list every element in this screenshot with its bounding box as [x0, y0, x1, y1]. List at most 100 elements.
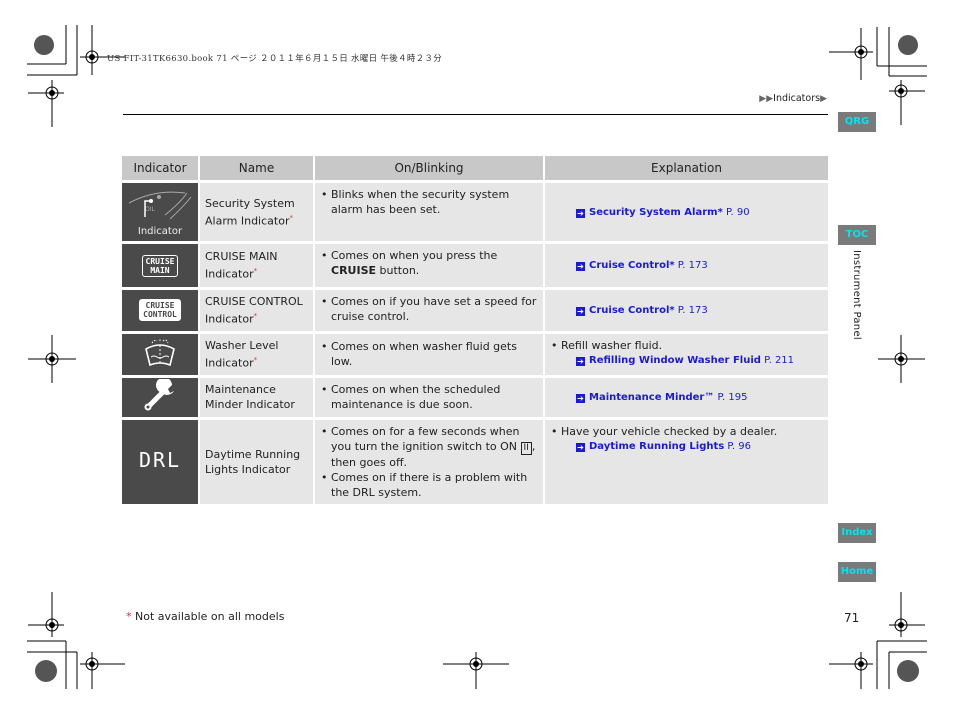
link-arrow-icon: ➔ [576, 393, 585, 403]
text: Comes on for a few seconds when you turn… [331, 424, 521, 453]
icon-text: MAIN [150, 265, 170, 275]
indicator-cell: CRUISE MAIN [122, 241, 200, 287]
breadcrumb-link[interactable]: Indicators [773, 93, 820, 104]
explanation-cell: ➔ Maintenance Minder™ P. 195 [545, 374, 828, 417]
table-row: DRL Daytime Running Lights Indicator Com… [122, 416, 828, 504]
indicator-cell: DRL [122, 416, 200, 504]
reference-link[interactable]: ➔ Cruise Control* P. 173 [550, 303, 823, 318]
indicator-name: Maintenance Minder Indicator [205, 383, 295, 412]
washer-level-icon [145, 338, 175, 367]
on-blinking-cell: Comes on when you press the CRUISE butto… [315, 241, 545, 287]
reference-star: * [669, 260, 675, 271]
qrg-button[interactable]: QRG [838, 112, 876, 132]
reference-star: * [717, 206, 723, 218]
on-blinking-text: Comes on when you press the CRUISE butto… [321, 248, 538, 278]
reference-link[interactable]: ➔ Refilling Window Washer Fluid P. 211 [550, 353, 823, 368]
on-blinking-text: Comes on for a few seconds when you turn… [321, 424, 538, 470]
name-cell: Security System Alarm Indicator* [200, 180, 315, 241]
reference-link[interactable]: ➔ Daytime Running Lights P. 96 [550, 439, 823, 454]
indicator-cell: OIL Indicator [122, 180, 200, 241]
table-row: OIL Indicator Security System Alarm Indi… [122, 180, 828, 241]
reference-title: Cruise Control [589, 304, 670, 316]
explanation-cell: ➔ Security System Alarm* P. 90 [545, 180, 828, 241]
link-arrow-icon: ➔ [576, 442, 585, 452]
reference-title: Maintenance Minder™ [589, 391, 715, 403]
reference-page: P. 173 [677, 304, 708, 316]
indicator-name: Washer Level Indicator [205, 338, 279, 370]
svg-text:OIL: OIL [145, 206, 155, 213]
name-cell: Washer Level Indicator* [200, 330, 315, 375]
cruise-control-icon: CRUISE CONTROL [139, 299, 181, 322]
required-star: * [253, 355, 258, 364]
indicator-name: Daytime Running Lights Indicator [205, 447, 301, 476]
table-row: CRUISEMAIN CRUISE MAIN Indicator* Comes … [122, 241, 828, 287]
explanation-cell: Refill washer fluid. ➔ Refilling Window W… [545, 330, 828, 375]
toc-button[interactable]: TOC [838, 225, 876, 245]
icon-text: CRUISE [145, 301, 175, 311]
reference-title: Cruise Control [589, 260, 670, 271]
indicators-table: Indicator Name On/Blinking Explanation O… [122, 156, 828, 504]
reference-page: P. 211 [764, 354, 795, 366]
footnote-text: Not available on all models [135, 610, 285, 623]
on-blinking-text: Comes on when washer fluid gets low. [321, 339, 538, 369]
name-cell: CRUISE CONTROL Indicator* [200, 287, 315, 331]
icon-text: CRUISE [145, 256, 175, 266]
home-button[interactable]: Home [838, 562, 876, 582]
table-row: Maintenance Minder Indicator Comes on wh… [122, 374, 828, 417]
registration-dot-icon [34, 35, 54, 55]
breadcrumb-arrow: ▶ [820, 94, 827, 104]
indicator-cell: CRUISE CONTROL [122, 287, 200, 331]
footnote: * Not available on all models [126, 610, 284, 623]
header-explanation: Explanation [545, 156, 828, 180]
explanation-cell: ➔ Cruise Control* P. 173 [545, 241, 828, 287]
table-row: Washer Level Indicator* Comes on when wa… [122, 330, 828, 375]
explanation-text: Refill washer fluid. [551, 338, 823, 353]
explanation-text: Have your vehicle checked by a dealer. [551, 424, 823, 439]
page-number: 71 [844, 611, 860, 625]
crosshair-icon [80, 25, 125, 75]
header-on-blinking: On/Blinking [315, 156, 545, 180]
text: Comes on when you press the [331, 249, 498, 262]
reference-link[interactable]: ➔ Security System Alarm* P. 90 [550, 205, 823, 220]
required-star: * [253, 312, 258, 320]
ignition-position-icon: II [520, 441, 532, 455]
on-blinking-cell: Comes on when the scheduled maintenance … [315, 374, 545, 417]
wrench-icon [144, 377, 174, 411]
link-arrow-icon: ➔ [576, 208, 585, 218]
breadcrumb: ▶▶Indicators▶ [759, 93, 827, 104]
drl-icon: DRL [138, 447, 182, 472]
reference-page: P. 90 [726, 206, 750, 218]
required-star: * [289, 213, 293, 222]
indicator-name: CRUISE CONTROL Indicator [205, 295, 303, 326]
required-star: * [253, 267, 258, 276]
indicator-name: CRUISE MAIN Indicator [205, 250, 278, 281]
name-cell: Daytime Running Lights Indicator [200, 416, 315, 504]
reference-title: Refilling Window Washer Fluid [589, 354, 761, 366]
on-blinking-cell: Comes on when washer fluid gets low. [315, 330, 545, 375]
link-arrow-icon: ➔ [576, 356, 585, 366]
button-name: CRUISE [331, 264, 377, 277]
print-header: US FIT-31TK6630.book 71 ページ ２０１１年６月１５日 水… [107, 54, 443, 64]
reference-link[interactable]: ➔ Maintenance Minder™ P. 195 [550, 390, 823, 405]
footnote-star: * [126, 610, 132, 623]
explanation-cell: ➔ Cruise Control* P. 173 [545, 287, 828, 331]
cruise-main-icon: CRUISE MAIN [141, 254, 179, 277]
reference-page: P. 96 [727, 440, 751, 452]
on-blinking-text: Comes on when the scheduled maintenance … [321, 382, 538, 412]
on-blinking-cell: Comes on for a few seconds when you turn… [315, 416, 545, 504]
header-rule [123, 114, 828, 115]
indicator-name: Security System Alarm Indicator [205, 196, 295, 228]
table-row: CRUISE CONTROL CRUISE CONTROL Indicator* … [122, 287, 828, 331]
icon-caption: Indicator [137, 226, 183, 237]
header-name: Name [200, 156, 315, 180]
security-alarm-icon: OIL Indicator [122, 185, 198, 241]
text: button. [376, 264, 420, 277]
link-arrow-icon: ➔ [576, 262, 585, 271]
index-button[interactable]: Index [838, 523, 876, 543]
reference-page: P. 173 [677, 260, 708, 271]
on-blinking-cell: Blinks when the security system alarm ha… [315, 180, 545, 241]
explanation-cell: Have your vehicle checked by a dealer. ➔… [545, 416, 828, 504]
section-label: Instrument Panel [851, 250, 862, 340]
reference-link[interactable]: ➔ Cruise Control* P. 173 [550, 258, 823, 273]
reference-page: P. 195 [717, 391, 748, 403]
